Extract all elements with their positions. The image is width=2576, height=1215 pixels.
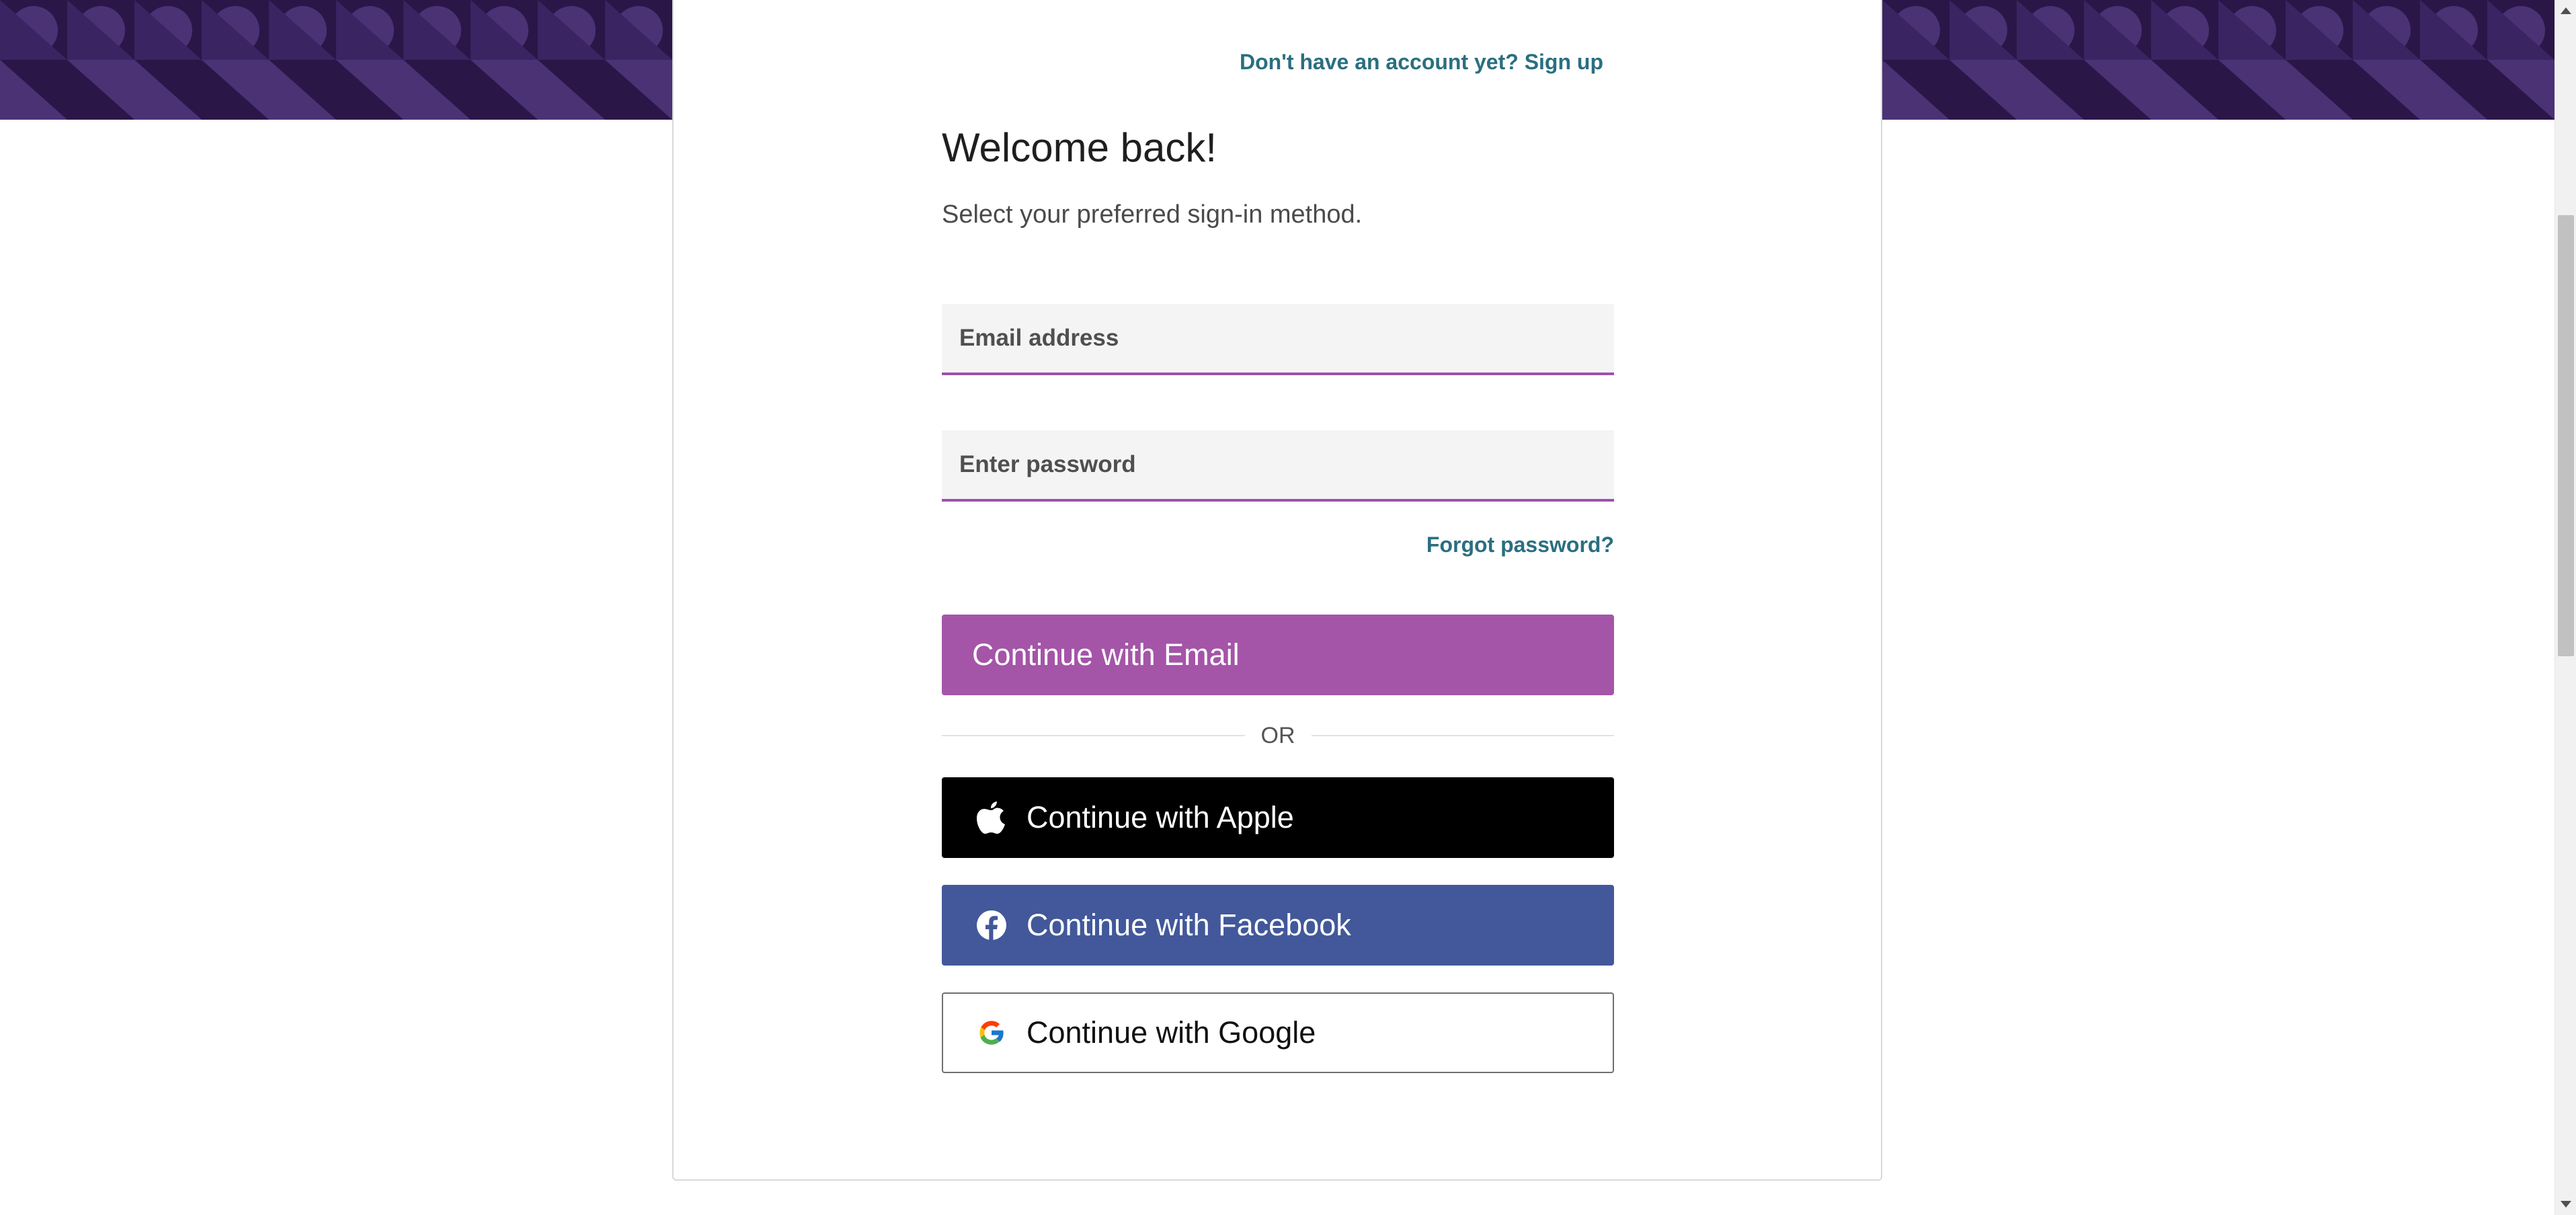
sign-up-link[interactable]: Don't have an account yet? Sign up	[1240, 50, 1603, 75]
page-scrollbar[interactable]	[2554, 0, 2576, 1215]
email-field[interactable]	[942, 304, 1614, 373]
or-divider: OR	[942, 722, 1614, 749]
scroll-down-arrow-icon[interactable]	[2555, 1193, 2576, 1215]
email-field-container	[942, 304, 1614, 375]
sign-in-card: Don't have an account yet? Sign up Welco…	[672, 0, 1882, 1181]
google-icon	[975, 1017, 1008, 1049]
divider-line-right	[1311, 735, 1614, 736]
forgot-password-link[interactable]: Forgot password?	[1426, 533, 1614, 557]
page-subtitle: Select your preferred sign-in method.	[942, 200, 1363, 229]
facebook-icon	[975, 909, 1008, 941]
continue-with-apple-button[interactable]: Continue with Apple	[942, 777, 1614, 858]
scroll-up-arrow-icon[interactable]	[2555, 0, 2576, 22]
apple-icon	[975, 801, 1008, 834]
divider-text: OR	[1260, 722, 1295, 748]
scrollbar-thumb[interactable]	[2558, 215, 2574, 656]
continue-with-facebook-label: Continue with Facebook	[1027, 908, 1351, 942]
password-field[interactable]	[942, 430, 1614, 499]
continue-with-email-label: Continue with Email	[972, 637, 1240, 672]
continue-with-email-button[interactable]: Continue with Email	[942, 615, 1614, 695]
page-title: Welcome back!	[942, 125, 1217, 170]
continue-with-google-button[interactable]: Continue with Google	[942, 992, 1614, 1073]
password-field-container	[942, 430, 1614, 502]
continue-with-google-label: Continue with Google	[1027, 1015, 1316, 1050]
divider-line-left	[942, 735, 1245, 736]
continue-with-apple-label: Continue with Apple	[1027, 800, 1294, 834]
continue-with-facebook-button[interactable]: Continue with Facebook	[942, 885, 1614, 966]
